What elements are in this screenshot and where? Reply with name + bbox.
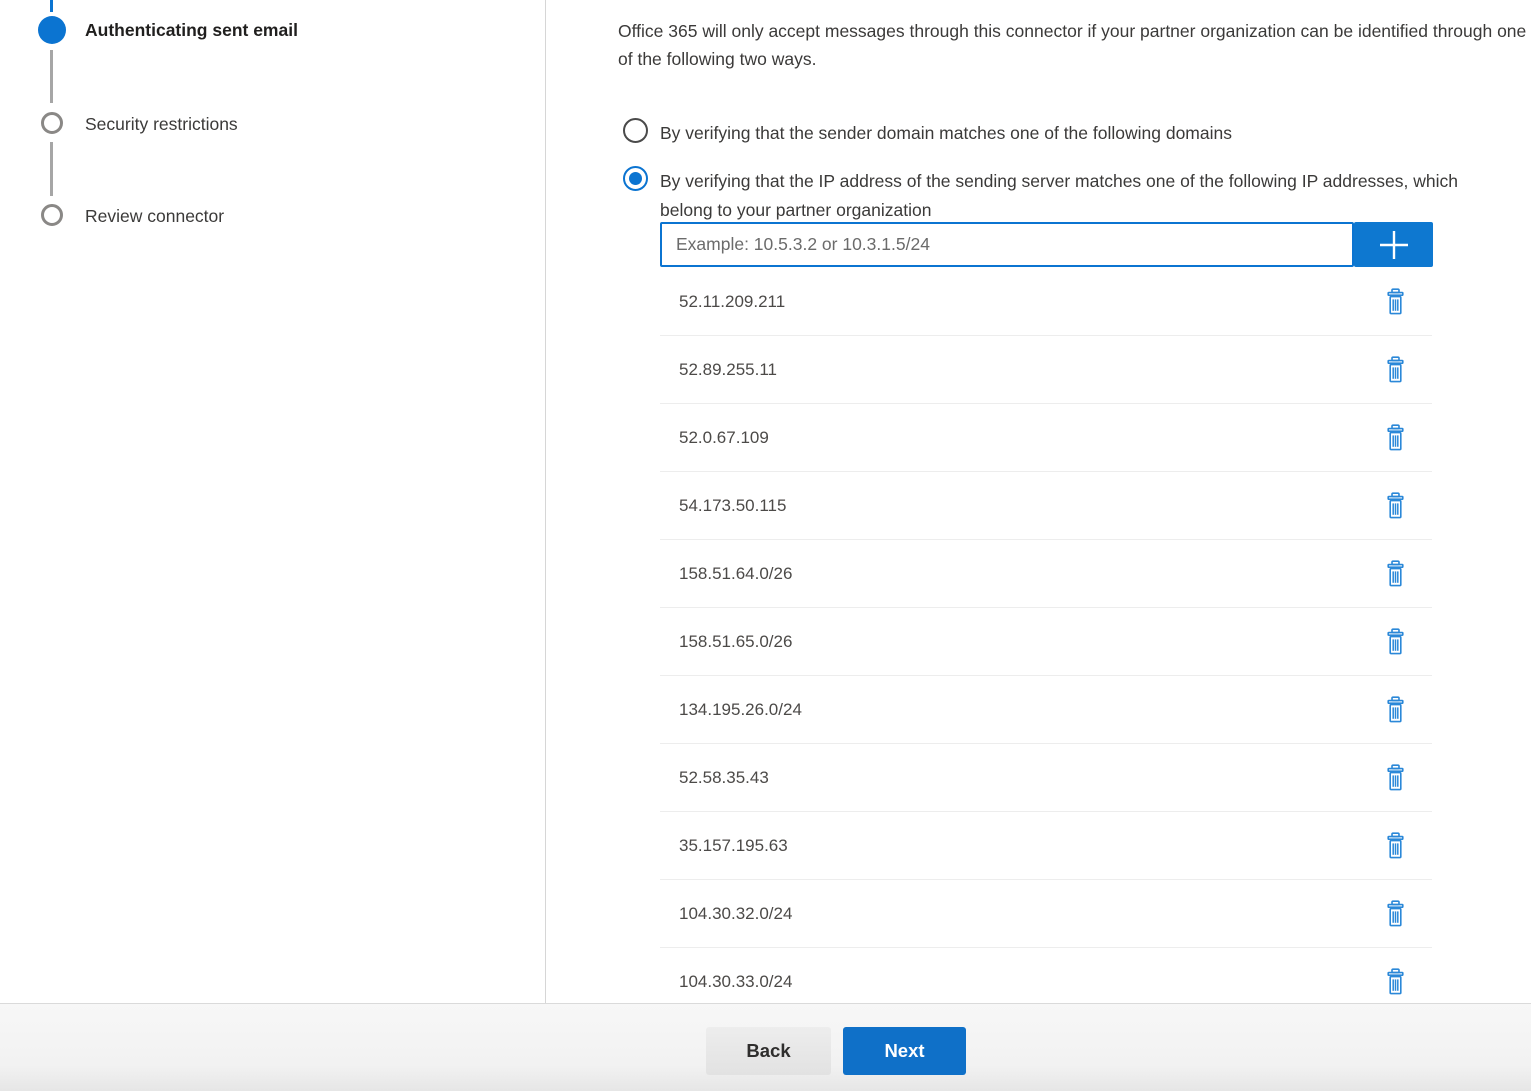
delete-ip-button[interactable] — [1383, 490, 1408, 522]
delete-ip-button[interactable] — [1383, 286, 1408, 318]
stepper-connector — [50, 50, 53, 103]
ip-row: 158.51.65.0/26 — [660, 608, 1432, 676]
step-review-connector[interactable]: Review connector — [85, 206, 224, 227]
trash-icon — [1385, 628, 1406, 656]
ip-address-value: 35.157.195.63 — [679, 836, 788, 856]
step-circle-upcoming — [41, 204, 63, 226]
radio-dot — [629, 172, 642, 185]
trash-icon — [1385, 696, 1406, 724]
trash-icon — [1385, 900, 1406, 928]
step-circle-active — [38, 16, 66, 44]
trash-icon — [1385, 764, 1406, 792]
ip-address-value: 158.51.64.0/26 — [679, 564, 792, 584]
sidebar-content-divider — [545, 0, 546, 1003]
wizard-stepper: Authenticating sent email Security restr… — [0, 0, 545, 1003]
radio-option-label: By verifying that the IP address of the … — [660, 167, 1482, 225]
back-button[interactable]: Back — [706, 1027, 831, 1075]
delete-ip-button[interactable] — [1383, 830, 1408, 862]
ip-address-value: 52.11.209.211 — [679, 292, 785, 312]
radio-selected-icon[interactable] — [623, 166, 648, 191]
ip-address-value: 54.173.50.115 — [679, 496, 786, 516]
ip-row: 54.173.50.115 — [660, 472, 1432, 540]
delete-ip-button[interactable] — [1383, 966, 1408, 998]
ip-address-value: 158.51.65.0/26 — [679, 632, 792, 652]
ip-row: 52.0.67.109 — [660, 404, 1432, 472]
next-button[interactable]: Next — [843, 1027, 966, 1075]
plus-icon — [1378, 229, 1410, 261]
ip-row: 52.11.209.211 — [660, 268, 1432, 336]
delete-ip-button[interactable] — [1383, 558, 1408, 590]
stepper-connector-completed — [50, 0, 53, 12]
ip-row: 158.51.64.0/26 — [660, 540, 1432, 608]
ip-address-value: 134.195.26.0/24 — [679, 700, 802, 720]
ip-row: 52.58.35.43 — [660, 744, 1432, 812]
ip-address-list: 52.11.209.211 52.89.255.11 — [660, 268, 1432, 1016]
ip-address-value: 104.30.32.0/24 — [679, 904, 792, 924]
ip-row: 104.30.32.0/24 — [660, 880, 1432, 948]
ip-row: 52.89.255.11 — [660, 336, 1432, 404]
step-authenticating-sent-email[interactable]: Authenticating sent email — [85, 20, 298, 41]
delete-ip-button[interactable] — [1383, 626, 1408, 658]
trash-icon — [1385, 492, 1406, 520]
delete-ip-button[interactable] — [1383, 422, 1408, 454]
delete-ip-button[interactable] — [1383, 694, 1408, 726]
delete-ip-button[interactable] — [1383, 898, 1408, 930]
ip-row: 134.195.26.0/24 — [660, 676, 1432, 744]
ip-row: 35.157.195.63 — [660, 812, 1432, 880]
trash-icon — [1385, 356, 1406, 384]
trash-icon — [1385, 832, 1406, 860]
connector-auth-panel: Office 365 will only accept messages thr… — [618, 0, 1531, 1003]
ip-address-value: 52.58.35.43 — [679, 768, 769, 788]
ip-address-value: 52.0.67.109 — [679, 428, 769, 448]
stepper-connector — [50, 142, 53, 196]
radio-option-label: By verifying that the sender domain matc… — [660, 119, 1482, 148]
delete-ip-button[interactable] — [1383, 354, 1408, 386]
wizard-footer: Back Next — [0, 1003, 1531, 1091]
ip-address-input[interactable] — [660, 222, 1354, 267]
ip-address-value: 104.30.33.0/24 — [679, 972, 792, 992]
trash-icon — [1385, 424, 1406, 452]
intro-text: Office 365 will only accept messages thr… — [618, 17, 1531, 73]
add-ip-button[interactable] — [1354, 222, 1433, 267]
radio-unselected-icon[interactable] — [623, 118, 648, 143]
ip-address-value: 52.89.255.11 — [679, 360, 777, 380]
trash-icon — [1385, 968, 1406, 996]
step-security-restrictions[interactable]: Security restrictions — [85, 114, 238, 135]
delete-ip-button[interactable] — [1383, 762, 1408, 794]
trash-icon — [1385, 560, 1406, 588]
trash-icon — [1385, 288, 1406, 316]
step-circle-upcoming — [41, 112, 63, 134]
